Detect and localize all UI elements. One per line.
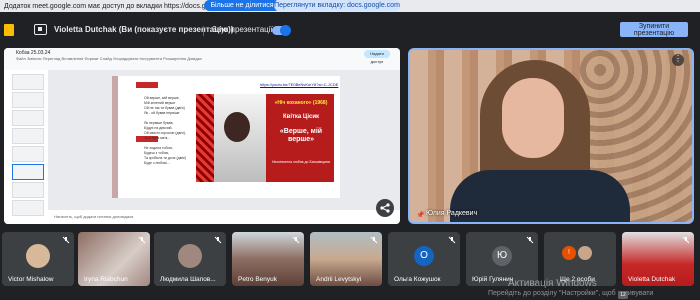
slide-youtube-link[interactable]: https://youtu.be/7E0BeNvKmY8?si=C-JCDE [260, 82, 338, 87]
participant-tile[interactable]: Andrii Levytskyi [310, 232, 382, 286]
participant-name: Violetta Dutchak [628, 276, 676, 283]
speaker-notes[interactable]: Натисніть, щоб додати нотатки доповідача [48, 210, 400, 224]
slides-app-icon [4, 24, 14, 36]
presentation-sound-toggle[interactable] [272, 25, 291, 36]
slide-thumbnails [4, 70, 49, 224]
participant-name: Andrii Levytskyi [316, 276, 362, 283]
divider [203, 26, 204, 36]
windows-activation-title: Активація Windows [508, 278, 597, 289]
participant-name: Victor Mishalow [8, 276, 54, 283]
participant-name: Petro Benyuk [238, 276, 278, 283]
slide-ornament [136, 82, 158, 88]
participant-avatar [26, 244, 50, 268]
speaker-face [502, 78, 564, 158]
poster-title: «Ніч коханого» (1968) [274, 100, 328, 106]
mic-off-icon [214, 236, 222, 244]
slides-menu-bar[interactable]: Файл Змінити Перегляд Вставлення Формат … [16, 56, 202, 61]
stop-sharing-button[interactable]: Більше не ділитися [204, 0, 280, 11]
poster-caption: Нескінченна любов до Батьківщини [272, 160, 330, 164]
windows-activation-hint: Перейдіть до розділу "Настройки", щоб ак… [488, 290, 654, 297]
slide-poster-image: «Ніч коханого» (1968) Квітка Цісик «Верш… [196, 94, 334, 182]
slide-thumbnail[interactable] [12, 200, 44, 216]
slides-header: Кобза 25.03.24 Файл Змінити Перегляд Вст… [4, 48, 400, 71]
speaker-name: Юлия Радкевич [426, 210, 478, 217]
share-notification-bar: Додаток meet.google.com має доступ до вк… [0, 0, 700, 12]
participant-tile[interactable]: Iryna Riabchun [78, 232, 150, 286]
slide-thumbnail[interactable] [12, 110, 44, 126]
presentation-bar: Violetta Dutchak (Ви (показуєте презента… [0, 16, 700, 44]
slide-thumbnail[interactable] [12, 74, 44, 90]
active-speaker-tile[interactable]: ⋮ Юлия Радкевич 📌 [408, 48, 694, 224]
mic-off-icon [138, 236, 146, 244]
stop-presenting-button[interactable]: Зупинити презентацію [620, 22, 688, 37]
share-icon [380, 203, 390, 213]
share-notification-text: Додаток meet.google.com має доступ до вк… [4, 2, 238, 10]
present-screen-icon [34, 24, 47, 35]
participant-avatar [578, 246, 592, 260]
participant-tile[interactable]: О Ольга Кожушок [388, 232, 460, 286]
mic-off-icon [682, 236, 690, 244]
participant-avatar: Ю [492, 246, 512, 266]
participant-name: Людмила Шапов... [160, 276, 216, 283]
embroidery-ornament [196, 94, 214, 182]
slide-poem: Ой верше, мій верше, Мій зелений верше О… [144, 96, 186, 166]
mic-off-icon [526, 236, 534, 244]
participant-tile-self[interactable]: Violetta Dutchak [622, 232, 694, 286]
presentation-sound-label: Звук презентації [212, 25, 273, 34]
notification-badge: 12 [618, 291, 628, 299]
slide-thumbnail-selected[interactable] [12, 164, 44, 180]
mic-off-icon [292, 236, 300, 244]
participant-avatar [178, 244, 202, 268]
poster-song: «Верше, мій верше» [279, 128, 323, 143]
participant-name: Ольга Кожушок [394, 276, 441, 283]
participant-name: Iryna Riabchun [84, 276, 128, 283]
participant-avatar: О [414, 246, 434, 266]
participant-tile[interactable]: Petro Benyuk [232, 232, 304, 286]
slides-share-button[interactable]: Надати доступ [364, 50, 390, 64]
current-slide[interactable]: https://youtu.be/7E0BeNvKmY8?si=C-JCDE О… [112, 76, 340, 198]
slide-ornament [112, 76, 118, 198]
shared-slides-window: Кобза 25.03.24 Файл Змінити Перегляд Вст… [4, 48, 400, 224]
slide-thumbnail[interactable] [12, 182, 44, 198]
more-options-icon[interactable]: ⋮ [672, 54, 684, 66]
slide-canvas: https://youtu.be/7E0BeNvKmY8?si=C-JCDE О… [48, 70, 400, 210]
presenter-label: Violetta Dutchak (Ви (показуєте презента… [54, 25, 234, 34]
poster-name: Квітка Цісик [282, 114, 320, 120]
switch-to-tab-button[interactable]: Переглянути вкладку: docs.google.com [274, 0, 400, 11]
slide-thumbnail[interactable] [12, 146, 44, 162]
participant-tile[interactable]: Victor Mishalow [2, 232, 74, 286]
mic-off-icon [448, 236, 456, 244]
pin-icon: 📌 [416, 212, 425, 219]
mic-off-icon [62, 236, 70, 244]
participant-avatar: ! [562, 246, 576, 260]
slide-thumbnail[interactable] [12, 128, 44, 144]
singer-hair [224, 112, 250, 142]
slide-thumbnail[interactable] [12, 92, 44, 108]
share-button[interactable] [376, 199, 394, 217]
poem-line: Буде з любові... [144, 161, 170, 165]
participant-tile[interactable]: Людмила Шапов... [154, 232, 226, 286]
participant-name: Юрій Гулянич [472, 276, 514, 283]
mic-off-icon [370, 236, 378, 244]
